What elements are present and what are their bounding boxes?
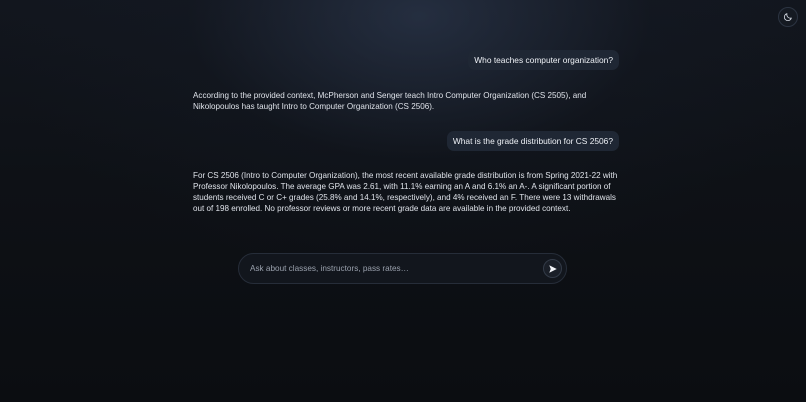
assistant-message: According to the provided context, McPhe…: [193, 91, 587, 111]
theme-toggle-button[interactable]: [778, 7, 798, 27]
assistant-message: For CS 2506 (Intro to Computer Organizat…: [193, 171, 618, 213]
moon-icon: [783, 12, 793, 22]
send-button[interactable]: [543, 259, 562, 278]
user-message: Who teaches computer organization?: [468, 50, 619, 70]
send-icon: [548, 264, 558, 274]
chat-input[interactable]: [250, 264, 543, 273]
chat-composer: [238, 253, 567, 284]
user-message: What is the grade distribution for CS 25…: [446, 131, 619, 151]
